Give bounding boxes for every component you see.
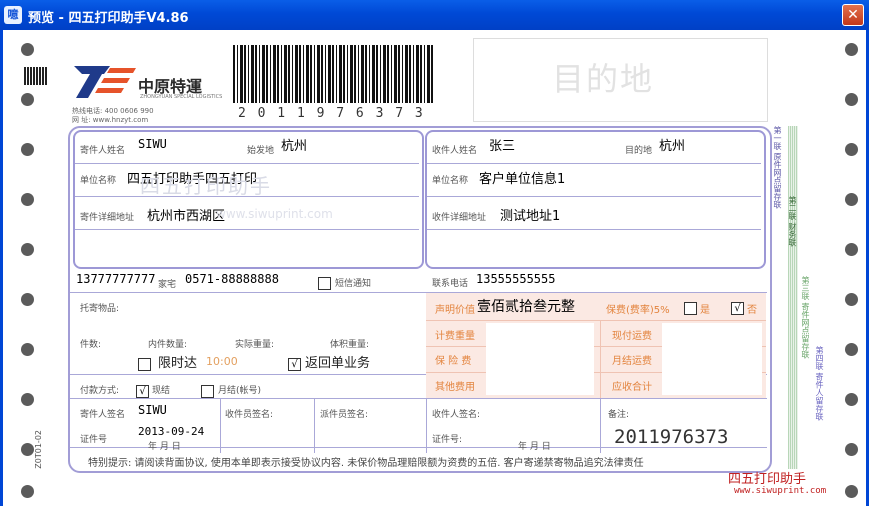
insure-no-checkbox[interactable]: √ [731, 298, 744, 317]
sign-ymd: 年 月 日 [148, 442, 181, 452]
monthly-checkbox[interactable] [201, 381, 214, 400]
courier-sign-label: 收件员签名: [225, 410, 274, 420]
remark-label: 备注: [608, 410, 630, 420]
receiver-name-label: 收件人姓名 [432, 146, 478, 156]
watermark-logo: 四五打印助手 [140, 174, 272, 198]
company-subtitle: ZHONGYUAN SPECIAL LOGISTICS [140, 94, 223, 100]
fee-left-0: 计费重量 [435, 331, 475, 342]
special-notice: 特别提示: 请阅读背面协议, 使用本单即表示接受协议内容. 未保价物品理赔限额为… [88, 458, 644, 469]
receiver-sign-label: 收件人签名: [432, 410, 481, 420]
pieces-label: 件数: [80, 340, 102, 350]
receiver-phone-label: 联系电话 [432, 279, 469, 289]
copy-strip-4: 第四联 寄件人留存联 [815, 346, 824, 421]
cash-checkbox[interactable]: √ [136, 381, 149, 400]
receiver-id-label: 证件号: [432, 435, 463, 445]
receiver-name: 张三 [489, 139, 516, 154]
volume-weight-label: 体积重量: [330, 340, 370, 350]
company-logo [70, 60, 140, 102]
copy-strip-3: 第三联 寄件网点留存联 [801, 276, 810, 359]
tracking-number: 2011976373 [614, 426, 729, 448]
sender-name: SIWU [138, 137, 167, 151]
declared-value: 壹佰贰拾叁元整 [477, 299, 575, 315]
sms-checkbox[interactable] [318, 273, 331, 292]
sms-label: 短信通知 [335, 279, 372, 289]
return-label: 返回单业务 [305, 356, 371, 371]
website: 网 址: www.hnzyt.com [72, 116, 149, 124]
dest-label: 目的地 [625, 146, 653, 156]
dispatch-sign-label: 派件员签名: [320, 410, 369, 420]
timed-label: 限时达 [158, 356, 198, 371]
cash-label: 现结 [152, 386, 171, 396]
app-icon: 噫 [4, 6, 22, 24]
insure-yes-checkbox[interactable] [684, 298, 697, 317]
title-bar: 噫 预览 - 四五打印助手V4.86 ✕ [0, 0, 869, 30]
side-code: Z0T01-02 [34, 430, 43, 469]
sender-sign-label: 寄件人签名 [80, 410, 126, 420]
barcode [233, 45, 433, 103]
receiver-company-label: 单位名称 [432, 176, 469, 186]
insure-label: 保费(费率)5% [606, 305, 670, 316]
sender-address: 杭州市西湖区 [147, 209, 226, 224]
copy-strip-2: 第二联 财务联 [788, 126, 798, 469]
fee-left-2: 其他费用 [435, 382, 475, 393]
fee-left-1: 保 险 费 [435, 356, 472, 367]
actual-weight-label: 实际重量: [235, 340, 275, 350]
goods-label: 托寄物品: [80, 304, 120, 314]
timed-checkbox[interactable] [138, 354, 151, 373]
receiver-ymd: 年 月 日 [518, 442, 551, 452]
receiver-address-label: 收件详细地址 [432, 213, 487, 223]
sender-phone-label: 家宅 [158, 280, 177, 290]
receiver-phone: 13555555555 [476, 272, 556, 286]
window-title: 预览 - 四五打印助手V4.86 [28, 11, 189, 26]
return-checkbox[interactable]: √ [288, 354, 301, 373]
payment-label: 付款方式: [80, 386, 120, 396]
watermark-url: www.siwuprint.com [216, 207, 333, 221]
inner-qty-label: 内件数量: [148, 340, 188, 350]
receiver-address: 测试地址1 [500, 209, 561, 224]
sender-company-label: 单位名称 [80, 176, 117, 186]
insure-no-label: 否 [747, 305, 757, 316]
sender-address-label: 寄件详细地址 [80, 213, 135, 223]
id-label: 证件号 [80, 435, 108, 445]
sender-phone: 0571-88888888 [185, 272, 279, 286]
sender-sign: SIWU [138, 403, 167, 417]
fee-right-0: 现付运费 [612, 331, 652, 342]
close-button[interactable]: ✕ [842, 4, 864, 26]
sign-date: 2013-09-24 [138, 425, 205, 438]
sensor-mark [24, 67, 48, 85]
insure-yes-label: 是 [700, 305, 710, 316]
receiver-company: 客户单位信息1 [479, 172, 566, 187]
origin-label: 始发地 [247, 146, 275, 156]
timed-time: 10:00 [206, 355, 238, 368]
sender-mobile: 13777777777 [76, 272, 156, 286]
origin-value: 杭州 [281, 139, 308, 154]
copy-strip-1: 第一联 原件网点留存联 [773, 126, 782, 209]
barcode-number: 2 0 1 1 9 7 6 3 7 3 [238, 106, 425, 121]
watermark-url-bottom: www.siwuprint.com [734, 486, 827, 496]
sender-name-label: 寄件人姓名 [80, 146, 126, 156]
logo-mark [74, 66, 136, 98]
destination-label: 目的地 [552, 60, 655, 98]
declared-value-label: 声明价值 [435, 305, 475, 316]
dest-value: 杭州 [659, 139, 686, 154]
preview-area[interactable]: Z0T01-02 中原特運 ZHONGYUAN SPECIAL LOGISTIC… [0, 30, 869, 506]
fee-right-1: 月结运费 [612, 356, 652, 367]
watermark-title: 四五打印助手 [728, 472, 807, 487]
fee-right-2: 应收合计 [612, 382, 652, 393]
monthly-label: 月结(帐号) [218, 386, 262, 396]
